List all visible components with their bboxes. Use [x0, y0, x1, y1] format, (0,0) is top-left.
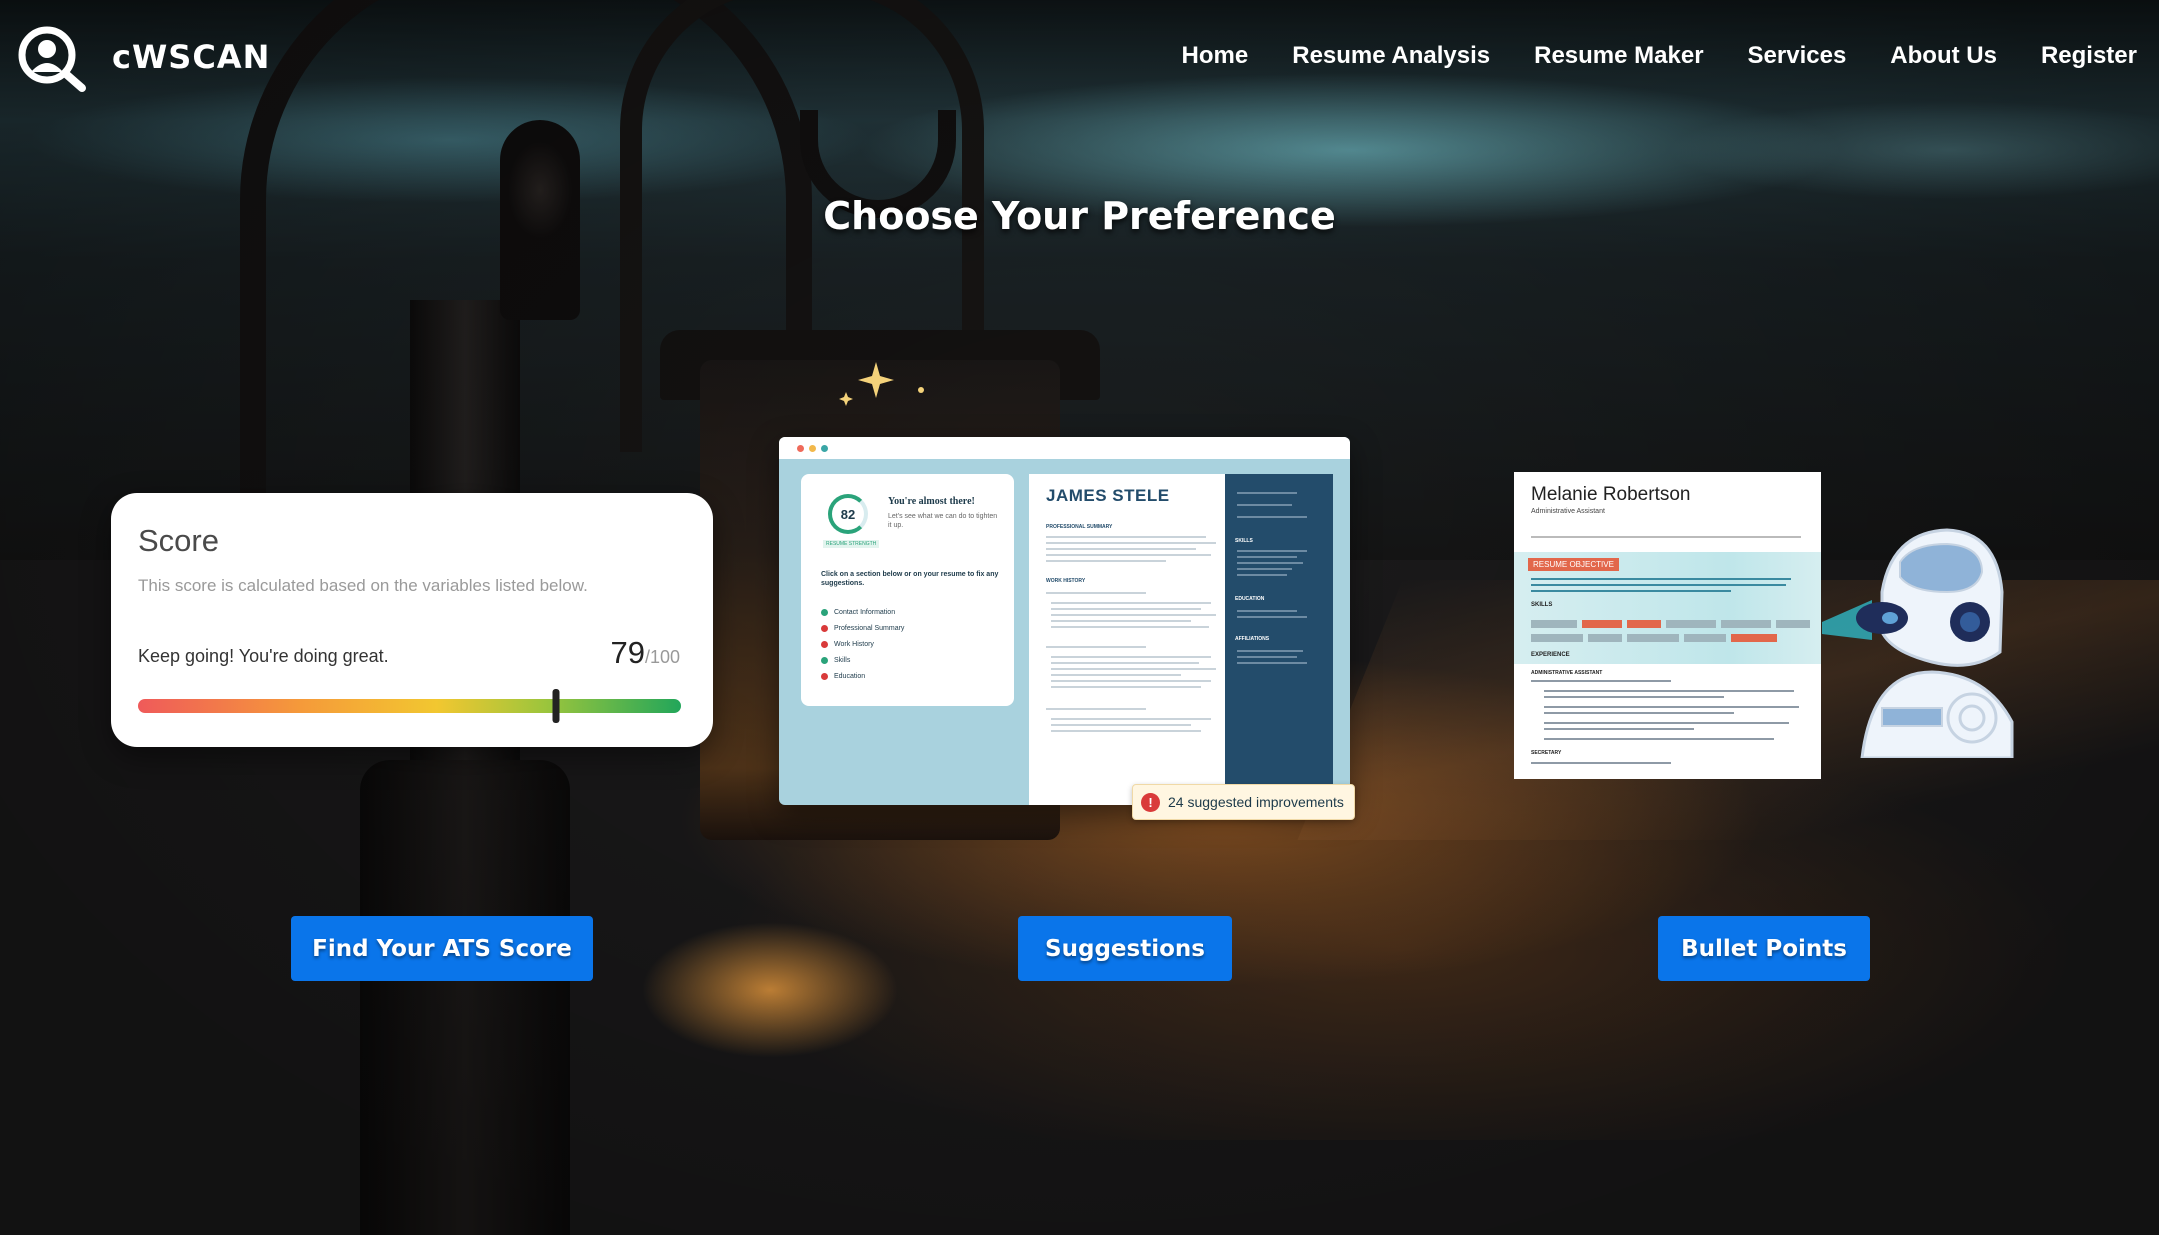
resume-preview: JAMES STELE PROFESSIONAL SUMMARY WORK HI… — [1029, 474, 1333, 805]
strength-panel: 82 You're almost there! Let's see what w… — [801, 474, 1014, 706]
section-item: Professional Summary — [821, 620, 904, 636]
page-title: Choose Your Preference — [823, 194, 1336, 238]
bullet-resume-section: SECRETARY — [1531, 750, 1562, 756]
issue-status-icon — [821, 624, 828, 632]
resume-name: JAMES STELE — [1046, 486, 1170, 505]
suggestions-card-illustration: 82 You're almost there! Let's see what w… — [779, 437, 1355, 820]
suggested-improvements-badge: ! 24 suggested improvements — [1132, 784, 1355, 820]
section-list: Contact Information Professional Summary… — [821, 604, 904, 684]
nav-resume-analysis[interactable]: Resume Analysis — [1292, 42, 1490, 70]
section-item: Work History — [821, 636, 904, 652]
bullet-points-resume-illustration: Melanie Robertson Administrative Assista… — [1514, 472, 1821, 779]
issue-status-icon — [821, 640, 828, 648]
main-nav: Home Resume Analysis Resume Maker Servic… — [1182, 42, 2137, 70]
logo-magnifier-person-icon[interactable] — [16, 24, 88, 92]
window-chrome — [779, 437, 1350, 459]
nav-services[interactable]: Services — [1748, 42, 1847, 70]
score-number: 79 — [610, 635, 645, 670]
bullet-resume-role: Administrative Assistant — [1531, 508, 1605, 515]
resume-sidebar-heading: SKILLS — [1235, 538, 1253, 544]
strength-score-ring: 82 — [828, 494, 868, 534]
site-header: cWSCAN Home Resume Analysis Resume Maker… — [0, 0, 2159, 120]
score-gradient-bar — [138, 689, 681, 723]
score-title: Score — [138, 523, 219, 558]
bullet-resume-section: EXPERIENCE — [1531, 652, 1570, 658]
find-ats-score-button[interactable]: Find Your ATS Score — [291, 916, 593, 981]
resume-sidebar-heading: AFFILIATIONS — [1235, 636, 1270, 642]
suggested-improvements-text: 24 suggested improvements — [1168, 794, 1344, 810]
bullet-resume-section: SKILLS — [1531, 602, 1553, 608]
resume-sidebar: SKILLS EDUCATION AFFILIATIONS — [1225, 474, 1333, 805]
sparkle-icon — [839, 362, 924, 406]
strength-instruction: Click on a section below or on your resu… — [821, 571, 999, 587]
nav-resume-maker[interactable]: Resume Maker — [1534, 42, 1703, 70]
section-item: Education — [821, 668, 904, 684]
strength-badge: RESUME STRENGTH — [823, 540, 880, 548]
section-item: Skills — [821, 652, 904, 668]
strength-headline: You're almost there! — [888, 496, 975, 507]
score-value: 79/100 — [610, 635, 680, 671]
warning-icon: ! — [1141, 792, 1160, 812]
bullet-resume-name: Melanie Robertson — [1531, 484, 1691, 505]
bullet-resume-section: ADMINISTRATIVE ASSISTANT — [1531, 670, 1603, 676]
issue-status-icon — [821, 672, 828, 680]
score-card-illustration: Score This score is calculated based on … — [111, 493, 713, 747]
bullet-points-button[interactable]: Bullet Points — [1658, 916, 1870, 981]
check-status-icon — [821, 656, 828, 664]
robot-illustration — [1822, 528, 2014, 758]
suggestions-button[interactable]: Suggestions — [1018, 916, 1232, 981]
resume-section-heading: PROFESSIONAL SUMMARY — [1046, 524, 1113, 530]
resume-section-heading: WORK HISTORY — [1046, 578, 1086, 584]
nav-about-us[interactable]: About Us — [1890, 42, 1997, 70]
nav-home[interactable]: Home — [1182, 42, 1249, 70]
strength-subtext: Let's see what we can do to tighten it u… — [888, 513, 998, 529]
brand-name[interactable]: cWSCAN — [112, 38, 270, 76]
score-description: This score is calculated based on the va… — [138, 576, 588, 595]
score-marker — [552, 689, 560, 723]
score-out-of: /100 — [644, 647, 680, 667]
resume-objective-tag: RESUME OBJECTIVE — [1528, 558, 1619, 571]
resume-sidebar-heading: EDUCATION — [1235, 596, 1265, 602]
score-message: Keep going! You're doing great. — [138, 646, 389, 666]
check-status-icon — [821, 608, 828, 616]
nav-register[interactable]: Register — [2041, 42, 2137, 70]
section-item: Contact Information — [821, 604, 904, 620]
